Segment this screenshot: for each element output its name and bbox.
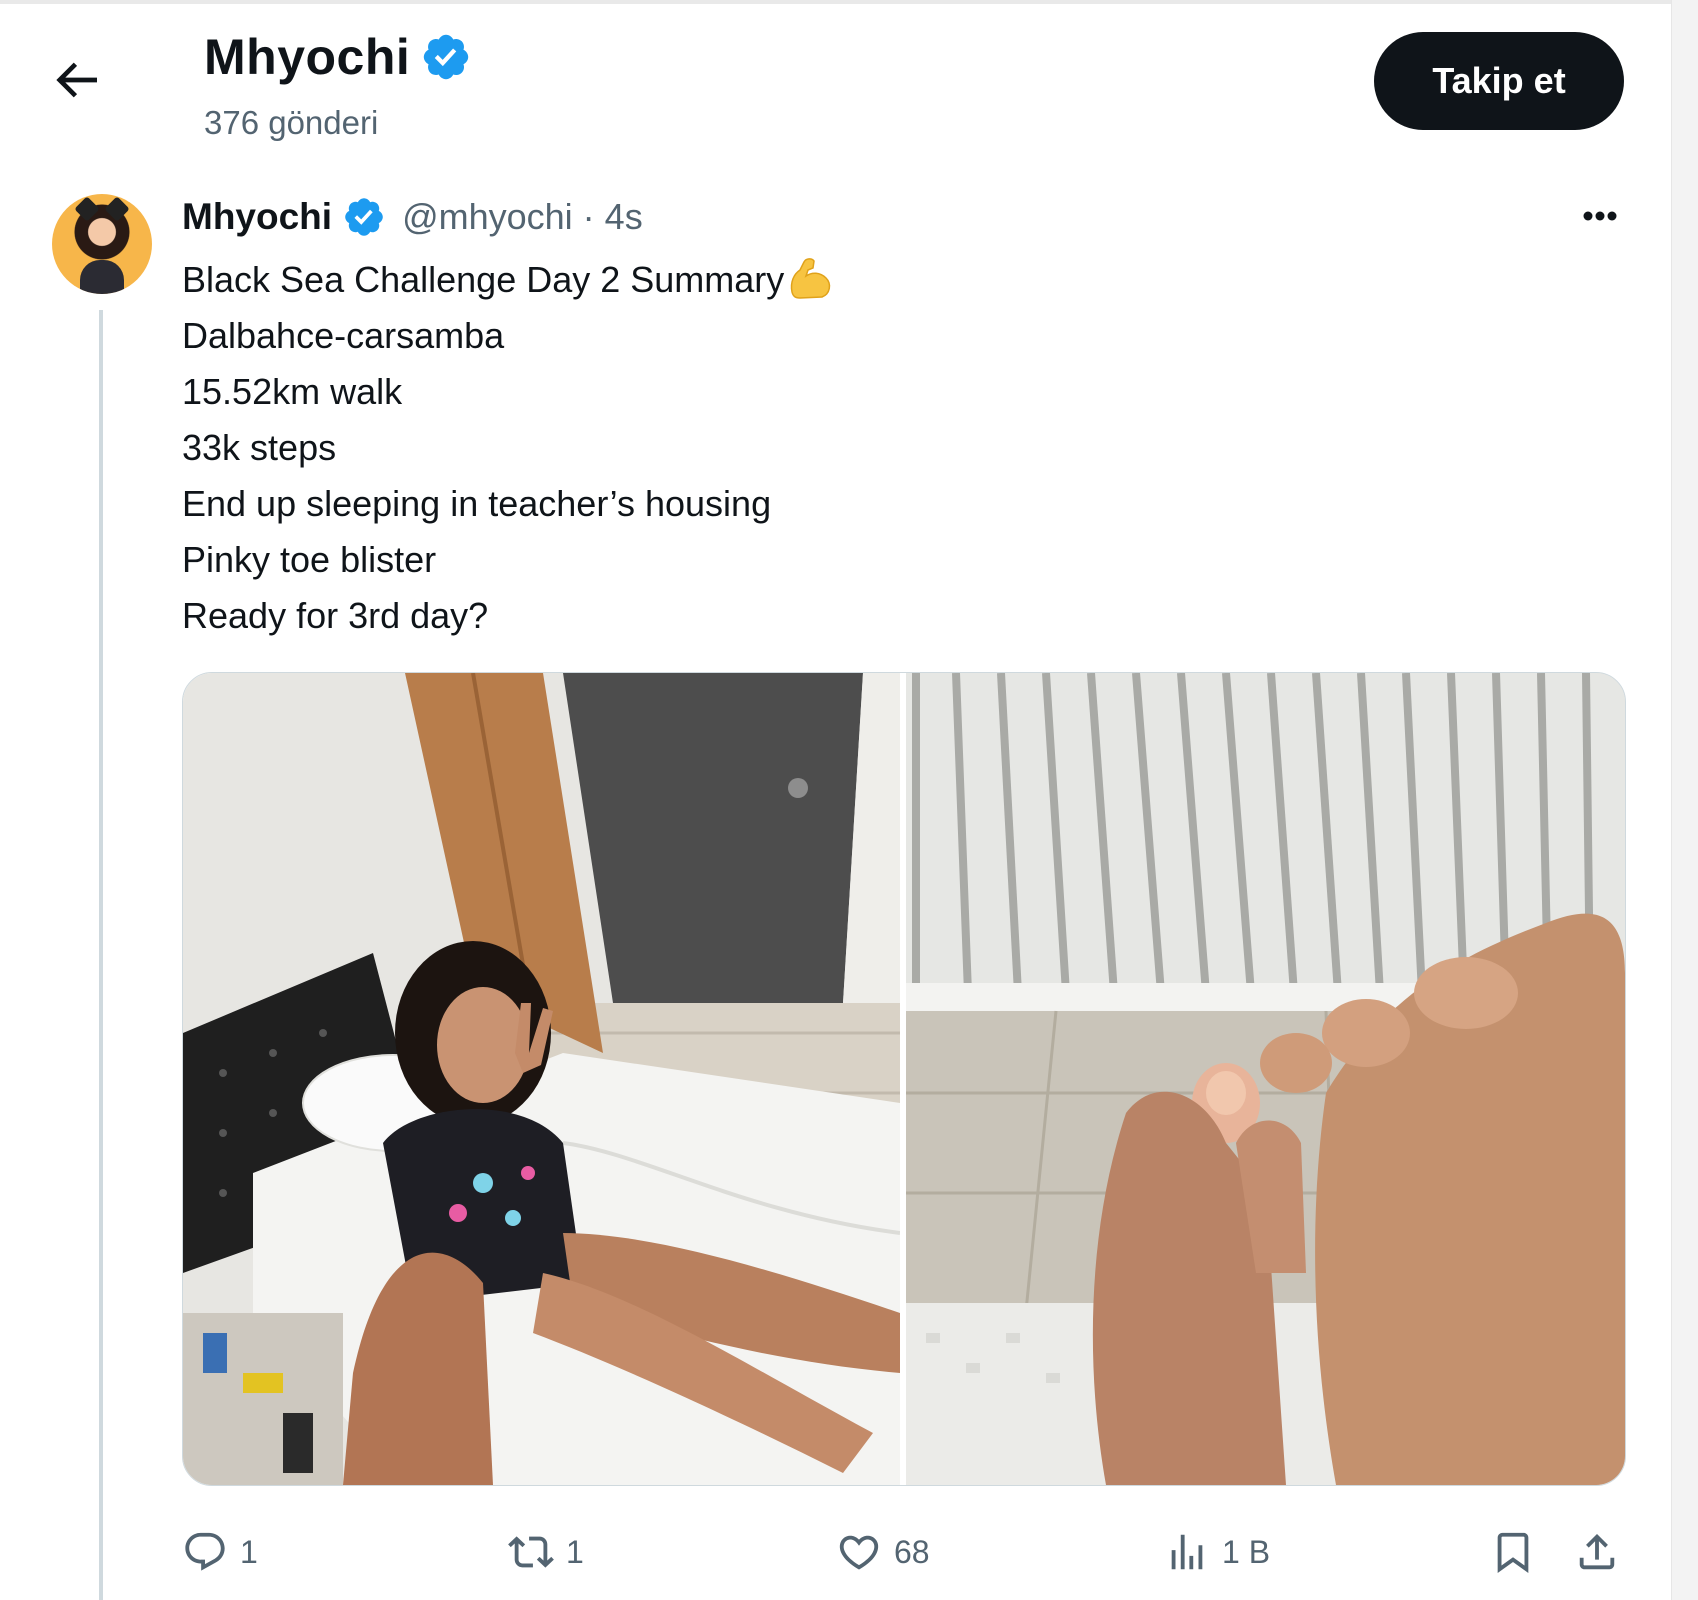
bookmark-button[interactable] — [1490, 1526, 1536, 1578]
profile-title-row: Mhyochi — [204, 28, 472, 86]
follow-button[interactable]: Takip et — [1374, 32, 1624, 130]
tweet-line: Pinky toe blister — [182, 539, 437, 580]
profile-title: Mhyochi — [204, 29, 411, 85]
bedroom-selfie-photo[interactable] — [183, 673, 900, 1485]
like-button[interactable]: 68 — [836, 1526, 930, 1578]
ellipsis-icon — [1583, 211, 1617, 221]
tweet-header: Mhyochi @mhyochi · 4s — [182, 192, 643, 242]
avatar-ear-left — [74, 196, 100, 222]
post-count: 376 gönderi — [204, 104, 379, 141]
more-options-button[interactable] — [1570, 196, 1630, 236]
avatar-ear-right — [104, 196, 130, 222]
tweet-line: 15.52km walk — [182, 371, 403, 412]
retweet-button[interactable]: 1 — [508, 1526, 584, 1578]
tweet-separator: · — [582, 196, 595, 237]
foot-blister-image — [906, 673, 1625, 1485]
tweet-author-handle[interactable]: @mhyochi — [402, 196, 573, 238]
views-button[interactable]: 1 B — [1164, 1526, 1270, 1578]
back-button[interactable] — [48, 52, 104, 108]
profile-header: Mhyochi 376 gönderi Takip et — [0, 4, 1672, 154]
views-chart-icon — [1171, 1534, 1203, 1570]
tweet-line: 33k steps — [182, 427, 337, 468]
views-count: 1 B — [1222, 1533, 1271, 1570]
window-scrollbar-track[interactable] — [1671, 0, 1698, 1600]
flexed-biceps-icon — [791, 258, 831, 299]
tweet-media — [182, 672, 1626, 1486]
tweet-line-text: Black Sea Challenge Day 2 Summary — [182, 259, 785, 300]
heart-icon — [839, 1535, 879, 1570]
reply-icon — [185, 1532, 225, 1571]
tweet-line: End up sleeping in teacher’s housing — [182, 483, 772, 524]
tweet-line: Dalbahce-carsamba — [182, 315, 505, 356]
foot-blister-photo[interactable] — [906, 673, 1625, 1485]
avatar-body — [80, 260, 124, 294]
tweet-actions: 1 1 68 1 B — [182, 1526, 1624, 1578]
bedroom-selfie-image — [183, 673, 900, 1485]
share-button[interactable] — [1574, 1526, 1620, 1578]
retweet-count: 1 — [566, 1533, 584, 1570]
retweet-icon — [508, 1536, 554, 1568]
thread-line — [99, 310, 103, 1600]
verified-badge-icon — [342, 195, 386, 239]
tweet-timestamp[interactable]: 4s — [605, 196, 643, 238]
tweet-author-name[interactable]: Mhyochi — [182, 196, 332, 238]
arrow-left-icon — [56, 62, 97, 98]
bookmark-icon — [1497, 1532, 1529, 1573]
reply-count: 1 — [240, 1533, 258, 1570]
reply-button[interactable]: 1 — [182, 1526, 258, 1578]
avatar[interactable] — [52, 194, 152, 294]
like-count: 68 — [894, 1533, 930, 1570]
tweet-line: Black Sea Challenge Day 2 Summary — [182, 252, 834, 308]
tweet-text: Black Sea Challenge Day 2 Summary Dalbah… — [182, 252, 834, 644]
verified-badge-icon — [420, 31, 472, 83]
tweet-line: Ready for 3rd day? — [182, 595, 489, 636]
share-icon — [1579, 1533, 1615, 1570]
